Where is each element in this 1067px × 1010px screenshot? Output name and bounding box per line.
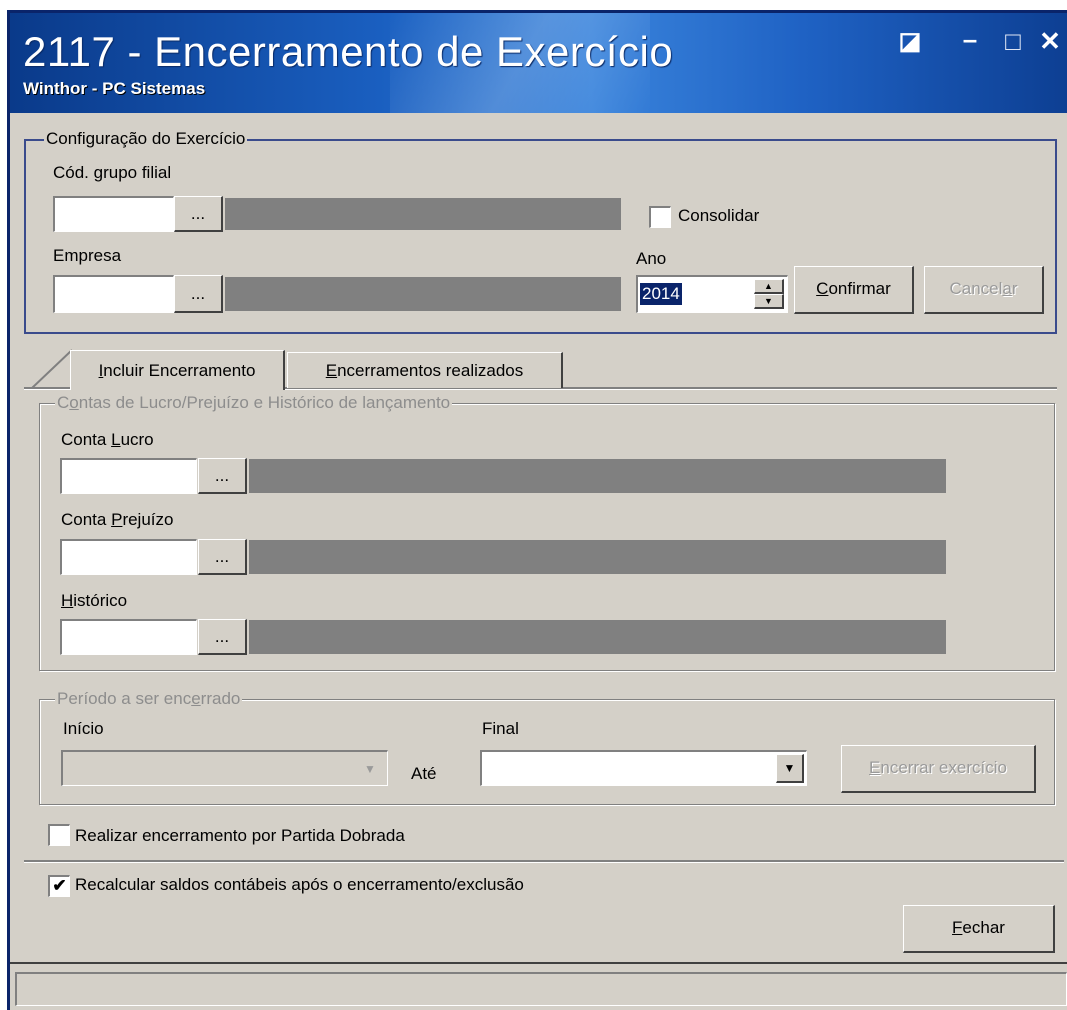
conta-lucro-description: [249, 459, 946, 493]
ano-label: Ano: [636, 249, 667, 268]
status-bar: [15, 972, 1067, 1006]
maximize-window-icon[interactable]: □: [998, 26, 1028, 56]
historico-lookup-button[interactable]: ...: [198, 619, 247, 655]
window-bottom-edge: [10, 962, 1067, 964]
chevron-down-icon[interactable]: ▼: [776, 754, 804, 783]
consolidar-label: Consolidar: [678, 206, 760, 225]
grupo-filial-description: [225, 198, 621, 230]
cancelar-button[interactable]: Cancelar: [924, 266, 1044, 314]
conta-lucro-label: Conta Lucro: [61, 430, 154, 449]
historico-description: [249, 620, 946, 654]
contas-legend: Contas de Lucro/Prejuízo e Histórico de …: [55, 393, 453, 413]
conta-lucro-lookup-button[interactable]: ...: [198, 458, 247, 494]
periodo-legend: Período a ser encerrado: [55, 689, 243, 709]
consolidar-checkbox[interactable]: [649, 206, 671, 228]
tab-incluir-encerramento[interactable]: Incluir Encerramento: [70, 350, 285, 390]
conta-prejuizo-description: [249, 540, 946, 574]
fechar-button[interactable]: Fechar: [903, 905, 1055, 953]
ano-value: 2014: [640, 283, 682, 305]
partida-dobrada-checkbox[interactable]: [48, 824, 70, 846]
spin-up-icon[interactable]: ▲: [754, 279, 784, 294]
options-separator-highlight: [24, 862, 1064, 863]
empresa-input[interactable]: [53, 275, 174, 313]
tab-slant-decoration: [31, 349, 73, 389]
config-legend: Configuração do Exercício: [44, 129, 248, 149]
recalcular-checkbox[interactable]: ✔: [48, 875, 70, 897]
grupo-filial-input[interactable]: [53, 196, 174, 232]
empresa-label: Empresa: [53, 246, 122, 265]
conta-prejuizo-label: Conta Prejuízo: [61, 510, 174, 529]
empresa-lookup-button[interactable]: ...: [174, 275, 223, 313]
ate-label: Até: [411, 764, 437, 783]
close-window-icon[interactable]: ✕: [1035, 26, 1065, 56]
inicio-label: Início: [63, 719, 104, 738]
empresa-description: [225, 277, 621, 311]
conta-prejuizo-lookup-button[interactable]: ...: [198, 539, 247, 575]
window-title: 2117 - Encerramento de Exercício: [23, 28, 674, 75]
confirmar-button[interactable]: Confirmar: [794, 266, 914, 314]
window-subtitle: Winthor - PC Sistemas: [23, 79, 206, 98]
conta-prejuizo-input[interactable]: [60, 539, 197, 575]
restore-window-icon[interactable]: ◪: [895, 27, 925, 57]
minimize-window-icon[interactable]: –: [955, 24, 985, 58]
encerrar-exercicio-button[interactable]: Encerrar exercício: [841, 745, 1036, 793]
recalcular-label: Recalcular saldos contábeis após o encer…: [75, 875, 524, 894]
final-select[interactable]: ▼: [480, 750, 807, 786]
partida-dobrada-label: Realizar encerramento por Partida Dobrad…: [75, 826, 405, 845]
chevron-down-icon[interactable]: ▼: [361, 760, 379, 778]
historico-input[interactable]: [60, 619, 197, 655]
ano-spin-input[interactable]: 2014 ▲ ▼: [636, 275, 788, 313]
historico-label: Histórico: [61, 591, 128, 610]
grupo-filial-lookup-button[interactable]: ...: [174, 196, 223, 232]
grupo-filial-label: Cód. grupo filial: [53, 163, 172, 182]
tab-encerramentos-realizados[interactable]: Encerramentos realizados: [287, 352, 563, 388]
inicio-select[interactable]: ▼: [61, 750, 388, 786]
final-label: Final: [482, 719, 519, 738]
conta-lucro-input[interactable]: [60, 458, 197, 494]
spin-down-icon[interactable]: ▼: [754, 294, 784, 309]
